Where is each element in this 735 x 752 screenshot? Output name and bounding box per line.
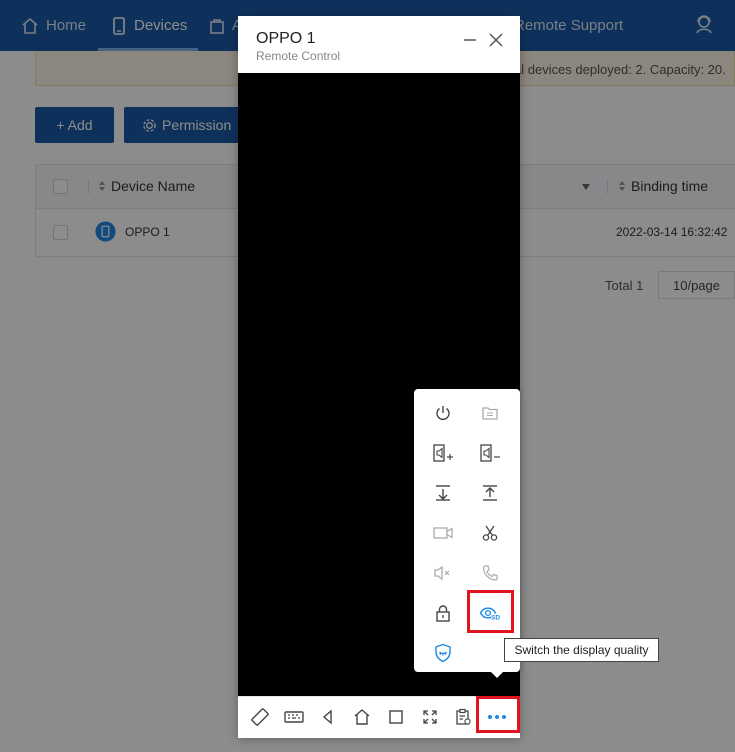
minimize-icon[interactable]	[462, 32, 478, 48]
privacy-mode-button[interactable]	[431, 641, 455, 665]
mute-button	[431, 561, 455, 585]
scissors-icon	[482, 525, 498, 541]
home-button[interactable]	[351, 706, 373, 728]
push-up-button[interactable]	[478, 481, 502, 505]
volume-up-icon	[433, 444, 453, 462]
display-quality-tooltip: Switch the display quality	[504, 638, 659, 662]
privacy-shield-icon	[435, 643, 451, 663]
popup-arrow	[490, 671, 504, 678]
file-transfer-button	[478, 401, 502, 425]
rotate-icon	[251, 708, 269, 726]
screenshot-button[interactable]	[478, 521, 502, 545]
power-icon	[436, 406, 450, 420]
pull-down-button[interactable]	[431, 481, 455, 505]
remote-window-title: OPPO 1	[256, 30, 316, 47]
clipboard-button[interactable]	[452, 706, 474, 728]
close-icon[interactable]	[488, 32, 504, 48]
file-icon	[482, 407, 498, 420]
screen-record-button	[431, 521, 455, 545]
power-button[interactable]	[431, 401, 455, 425]
push-up-icon	[483, 485, 497, 501]
recent-apps-button[interactable]	[385, 706, 407, 728]
call-button	[478, 561, 502, 585]
keyboard-icon	[284, 711, 304, 723]
lock-screen-button[interactable]	[431, 601, 455, 625]
volume-down-icon	[480, 444, 500, 462]
phone-call-icon	[482, 565, 498, 581]
mute-icon	[434, 565, 450, 581]
volume-down-button[interactable]	[478, 441, 502, 465]
clipboard-icon	[456, 708, 471, 725]
volume-up-button[interactable]	[431, 441, 455, 465]
remote-window-subtitle: Remote Control	[256, 49, 341, 63]
rotate-button[interactable]	[249, 706, 271, 728]
fullscreen-icon	[423, 710, 437, 724]
back-button[interactable]	[317, 706, 339, 728]
back-icon	[322, 709, 332, 725]
recent-apps-icon	[389, 710, 403, 724]
lock-icon	[436, 605, 450, 622]
pull-down-icon	[436, 485, 450, 501]
keyboard-button[interactable]	[283, 706, 305, 728]
video-icon	[433, 527, 453, 539]
home-icon	[354, 709, 370, 725]
highlight-display-quality	[467, 590, 514, 633]
fullscreen-button[interactable]	[419, 706, 441, 728]
highlight-more-button	[476, 696, 520, 733]
